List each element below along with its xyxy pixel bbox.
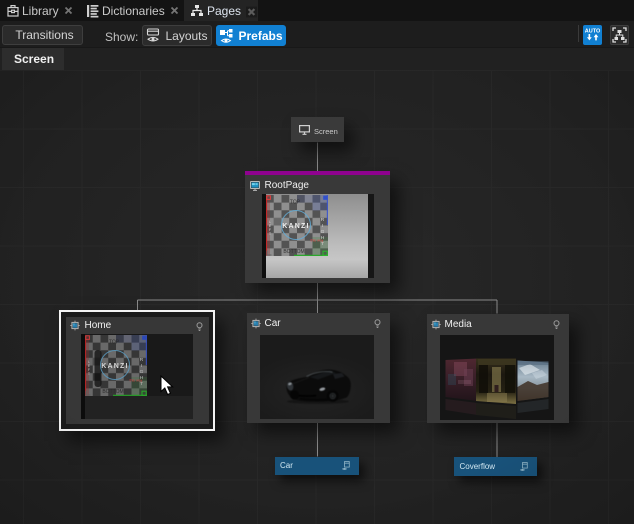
svg-text:BOTTOM: BOTTOM: [283, 249, 304, 255]
svg-text:AUTO: AUTO: [585, 29, 601, 35]
svg-text:this way: this way: [311, 238, 324, 242]
svg-text:KANZI: KANZI: [282, 222, 309, 229]
svg-text:G: G: [321, 229, 325, 235]
svg-text:R: R: [321, 217, 325, 223]
svg-text:I: I: [322, 223, 323, 229]
svg-text:TOP: TOP: [290, 199, 301, 205]
